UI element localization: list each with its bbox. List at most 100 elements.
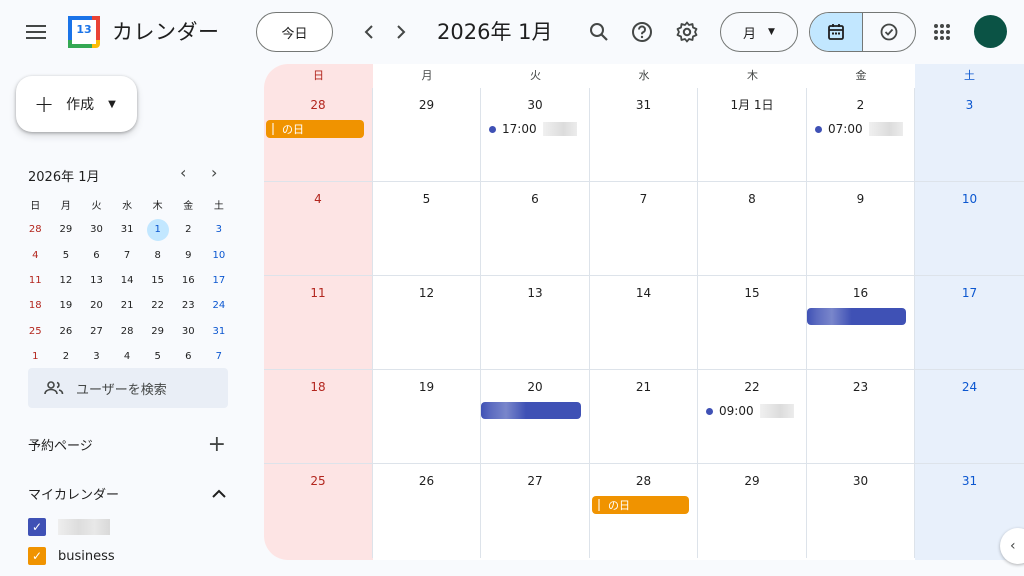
day-cell[interactable]: 28 の日 bbox=[590, 464, 698, 558]
mini-day[interactable]: 11 bbox=[20, 268, 51, 293]
mini-day[interactable]: 15 bbox=[142, 268, 173, 293]
day-cell[interactable]: 14 bbox=[590, 276, 698, 369]
day-cell[interactable]: 20 bbox=[481, 370, 590, 463]
day-cell[interactable]: 30 17:00 bbox=[481, 88, 590, 181]
mini-day[interactable]: 2 bbox=[51, 344, 82, 369]
settings-button[interactable] bbox=[667, 12, 707, 52]
day-cell[interactable]: 16 bbox=[807, 276, 915, 369]
day-cell[interactable]: 10 bbox=[915, 182, 1024, 275]
mini-day[interactable]: 1 bbox=[20, 344, 51, 369]
day-number[interactable]: 16 bbox=[807, 283, 914, 303]
day-number[interactable]: 3 bbox=[915, 95, 1024, 115]
mini-day[interactable]: 31 bbox=[204, 318, 235, 343]
day-number[interactable]: 17 bbox=[915, 283, 1024, 303]
day-cell[interactable]: 17 bbox=[915, 276, 1024, 369]
day-number[interactable]: 13 bbox=[481, 283, 589, 303]
mini-day[interactable]: 27 bbox=[81, 318, 112, 343]
day-cell[interactable]: 21 bbox=[590, 370, 698, 463]
day-number[interactable]: 29 bbox=[373, 95, 480, 115]
mini-day[interactable]: 7 bbox=[112, 243, 143, 268]
day-number[interactable]: 30 bbox=[807, 471, 914, 491]
day-number[interactable]: 24 bbox=[915, 377, 1024, 397]
mini-day[interactable]: 22 bbox=[142, 293, 173, 318]
day-number[interactable]: 25 bbox=[264, 471, 372, 491]
mini-day[interactable]: 8 bbox=[142, 243, 173, 268]
mini-day[interactable]: 28 bbox=[112, 318, 143, 343]
mini-day[interactable]: 30 bbox=[173, 318, 204, 343]
search-button[interactable] bbox=[579, 12, 619, 52]
day-cell[interactable]: 22 09:00 bbox=[698, 370, 807, 463]
mini-day[interactable]: 10 bbox=[204, 243, 235, 268]
day-cell[interactable]: 15 bbox=[698, 276, 807, 369]
day-cell[interactable]: 25 bbox=[264, 464, 373, 558]
day-number[interactable]: 21 bbox=[590, 377, 697, 397]
day-cell[interactable]: 24 bbox=[915, 370, 1024, 463]
people-search-input[interactable]: ユーザーを検索 bbox=[28, 368, 228, 408]
day-cell[interactable]: 9 bbox=[807, 182, 915, 275]
google-apps-button[interactable] bbox=[922, 12, 962, 52]
mini-day[interactable]: 28 bbox=[20, 217, 51, 242]
day-cell[interactable]: 7 bbox=[590, 182, 698, 275]
add-booking-page-button[interactable]: + bbox=[208, 432, 226, 457]
calendar-logo[interactable]: 13 bbox=[68, 16, 100, 48]
mini-day[interactable]: 24 bbox=[204, 293, 235, 318]
calendar-view-toggle[interactable] bbox=[810, 13, 863, 51]
mini-day[interactable]: 21 bbox=[112, 293, 143, 318]
mini-day[interactable]: 26 bbox=[51, 318, 82, 343]
day-cell[interactable]: 29 bbox=[373, 88, 481, 181]
mini-day[interactable]: 13 bbox=[81, 268, 112, 293]
day-cell[interactable]: 3 bbox=[915, 88, 1024, 181]
day-cell[interactable]: 1月 1日 bbox=[698, 88, 807, 181]
day-cell[interactable]: 4 bbox=[264, 182, 373, 275]
my-calendar-item[interactable]: ✓ bbox=[28, 518, 110, 536]
day-cell[interactable]: 18 bbox=[264, 370, 373, 463]
mini-day[interactable]: 5 bbox=[51, 243, 82, 268]
mini-day[interactable]: 6 bbox=[81, 243, 112, 268]
all-day-event-chip[interactable]: の日 bbox=[592, 496, 689, 514]
mini-day[interactable]: 29 bbox=[142, 318, 173, 343]
day-number[interactable]: 26 bbox=[373, 471, 480, 491]
day-number[interactable]: 23 bbox=[807, 377, 914, 397]
day-cell[interactable]: 29 bbox=[698, 464, 807, 558]
timed-event[interactable]: 17:00 bbox=[489, 122, 577, 136]
day-cell[interactable]: 13 bbox=[481, 276, 590, 369]
mini-next-month-button[interactable]: › bbox=[211, 163, 217, 182]
account-avatar[interactable] bbox=[974, 15, 1007, 48]
day-number[interactable]: 4 bbox=[264, 189, 372, 209]
day-number[interactable]: 5 bbox=[373, 189, 480, 209]
day-number[interactable]: 28 bbox=[590, 471, 697, 491]
mini-day[interactable]: 4 bbox=[20, 243, 51, 268]
mini-day[interactable]: 12 bbox=[51, 268, 82, 293]
event-chip-redacted[interactable] bbox=[807, 308, 906, 325]
day-number[interactable]: 14 bbox=[590, 283, 697, 303]
timed-event[interactable]: 07:00 bbox=[815, 122, 903, 136]
day-cell[interactable]: 26 bbox=[373, 464, 481, 558]
calendar-checkbox[interactable]: ✓ bbox=[28, 518, 46, 536]
mini-day[interactable]: 1 bbox=[142, 217, 173, 242]
day-number[interactable]: 31 bbox=[590, 95, 697, 115]
day-number[interactable]: 12 bbox=[373, 283, 480, 303]
day-number[interactable]: 1月 1日 bbox=[698, 95, 806, 115]
day-cell[interactable]: 12 bbox=[373, 276, 481, 369]
day-cell[interactable]: 31 bbox=[590, 88, 698, 181]
mini-day[interactable]: 17 bbox=[204, 268, 235, 293]
main-menu-button[interactable] bbox=[16, 12, 56, 52]
mini-day[interactable]: 18 bbox=[20, 293, 51, 318]
mini-day[interactable]: 7 bbox=[204, 344, 235, 369]
all-day-event-chip[interactable]: の日 bbox=[266, 120, 364, 138]
mini-prev-month-button[interactable]: ‹ bbox=[180, 163, 186, 182]
day-cell[interactable]: 5 bbox=[373, 182, 481, 275]
day-number[interactable]: 7 bbox=[590, 189, 697, 209]
day-cell[interactable]: 8 bbox=[698, 182, 807, 275]
day-number[interactable]: 31 bbox=[915, 471, 1024, 491]
mini-day[interactable]: 23 bbox=[173, 293, 204, 318]
mini-day[interactable]: 30 bbox=[81, 217, 112, 242]
view-selector[interactable]: 月 ▼ bbox=[720, 12, 798, 52]
day-cell[interactable]: 30 bbox=[807, 464, 915, 558]
day-number[interactable]: 18 bbox=[264, 377, 372, 397]
mini-day[interactable]: 5 bbox=[142, 344, 173, 369]
mini-day[interactable]: 20 bbox=[81, 293, 112, 318]
day-cell[interactable]: 11 bbox=[264, 276, 373, 369]
day-number[interactable]: 10 bbox=[915, 189, 1024, 209]
mini-day[interactable]: 14 bbox=[112, 268, 143, 293]
